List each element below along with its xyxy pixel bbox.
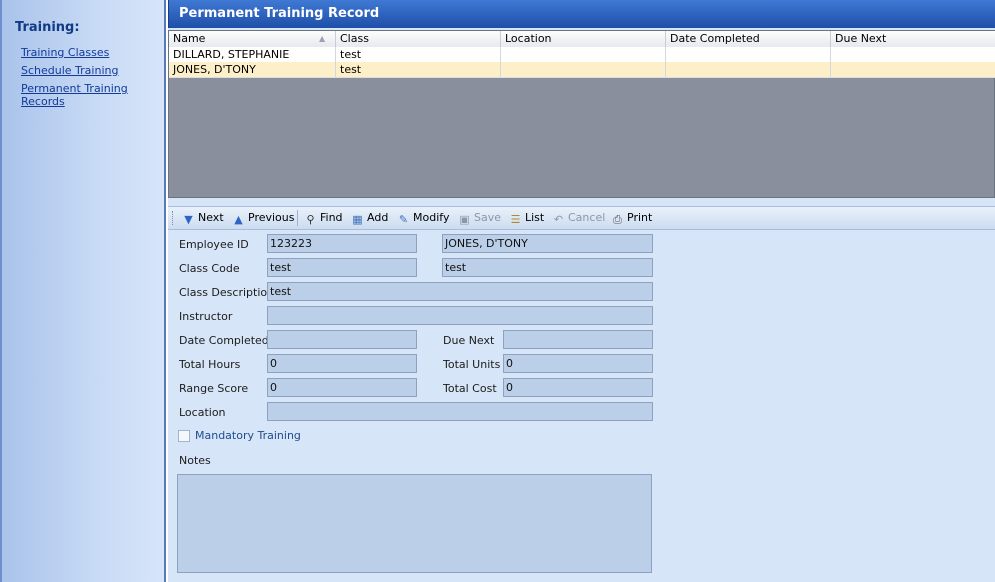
cell-date-completed	[666, 47, 831, 62]
total-hours-label: Total Hours	[179, 358, 241, 371]
printer-icon: ⎙	[613, 213, 622, 226]
save-button[interactable]: ▣ Save	[458, 210, 501, 226]
column-header-class[interactable]: Class	[336, 31, 501, 47]
total-units-field[interactable]: 0	[503, 354, 653, 373]
range-score-label: Range Score	[179, 382, 249, 395]
link-training-classes[interactable]: Training Classes	[21, 46, 109, 59]
modify-button[interactable]: ✎ Modify	[397, 210, 450, 226]
cell-location	[501, 62, 666, 77]
cell-due-next	[831, 62, 995, 77]
link-schedule-training[interactable]: Schedule Training	[21, 64, 118, 77]
grid-header: Name ▲ Class Location Date Completed Due…	[169, 31, 995, 48]
location-label: Location	[179, 406, 226, 419]
total-hours-field[interactable]: 0	[267, 354, 417, 373]
class-code-field[interactable]: test	[267, 258, 417, 277]
cell-name: DILLARD, STEPHANIE	[169, 47, 336, 62]
column-header-name[interactable]: Name	[169, 31, 336, 47]
mandatory-training-checkbox[interactable]	[178, 430, 190, 442]
cell-due-next	[831, 47, 995, 62]
instructor-label: Instructor	[179, 310, 233, 323]
records-grid[interactable]: Name ▲ Class Location Date Completed Due…	[168, 30, 995, 198]
date-completed-label: Date Completed	[179, 334, 269, 347]
record-toolbar: ▼ Next ▲ Previous ⚲ Find ▦ Add ✎ Modify ▣ Save…	[168, 206, 995, 230]
list-icon: ☰	[510, 213, 521, 226]
find-button[interactable]: ⚲ Find	[304, 210, 342, 226]
previous-arrow-icon: ▲	[234, 213, 243, 226]
sidebar-title: Training:	[15, 20, 80, 35]
add-record-icon: ▦	[352, 213, 363, 226]
due-next-field[interactable]	[503, 330, 653, 349]
date-completed-field[interactable]	[267, 330, 417, 349]
cancel-button[interactable]: ↶ Cancel	[552, 210, 605, 226]
previous-button[interactable]: ▲ Previous	[232, 210, 294, 226]
toolbar-separator	[297, 210, 298, 226]
cell-date-completed	[666, 62, 831, 77]
employee-id-label: Employee ID	[179, 238, 249, 251]
cell-class: test	[336, 47, 501, 62]
range-score-field[interactable]: 0	[267, 378, 417, 397]
binoculars-icon: ⚲	[306, 213, 315, 226]
due-next-label: Due Next	[443, 334, 495, 347]
employee-id-field[interactable]: 123223	[267, 234, 417, 253]
notes-label: Notes	[179, 454, 211, 467]
add-button[interactable]: ▦ Add	[351, 210, 388, 226]
edit-icon: ✎	[398, 213, 409, 226]
sidebar: Training: Training Classes Schedule Trai…	[0, 0, 166, 582]
list-button[interactable]: ☰ List	[509, 210, 545, 226]
main-panel: Permanent Training Record Name ▲ Class L…	[168, 0, 995, 582]
column-header-date-completed[interactable]: Date Completed	[666, 31, 831, 47]
toolbar-grip[interactable]	[172, 211, 175, 225]
total-cost-field[interactable]: 0	[503, 378, 653, 397]
save-disk-icon: ▣	[459, 213, 470, 226]
cell-name: JONES, D'TONY	[169, 62, 336, 77]
column-header-due-next[interactable]: Due Next	[831, 31, 995, 47]
next-button[interactable]: ▼ Next	[182, 210, 223, 226]
instructor-field[interactable]	[267, 306, 653, 325]
employee-name-field[interactable]: JONES, D'TONY	[442, 234, 653, 253]
print-button[interactable]: ⎙ Print	[611, 210, 652, 226]
undo-icon: ↶	[553, 213, 564, 226]
class-name-field[interactable]: test	[442, 258, 653, 277]
mandatory-training-label[interactable]: Mandatory Training	[195, 429, 301, 442]
sort-ascending-icon: ▲	[319, 34, 326, 43]
location-field[interactable]	[267, 402, 653, 421]
notes-textarea[interactable]	[177, 474, 652, 573]
column-header-location[interactable]: Location	[501, 31, 666, 47]
cell-location	[501, 47, 666, 62]
total-units-label: Total Units	[443, 358, 501, 371]
class-description-label: Class Description	[179, 286, 275, 299]
cell-class: test	[336, 62, 501, 77]
page-title: Permanent Training Record	[168, 0, 995, 28]
class-description-field[interactable]: test	[267, 282, 653, 301]
total-cost-label: Total Cost	[443, 382, 497, 395]
next-arrow-icon: ▼	[184, 213, 193, 226]
link-permanent-training-records[interactable]: Permanent Training Records	[21, 82, 164, 108]
class-code-label: Class Code	[179, 262, 240, 275]
table-row[interactable]: DILLARD, STEPHANIE test	[169, 47, 995, 63]
table-row-selected[interactable]: JONES, D'TONY test	[169, 62, 995, 78]
